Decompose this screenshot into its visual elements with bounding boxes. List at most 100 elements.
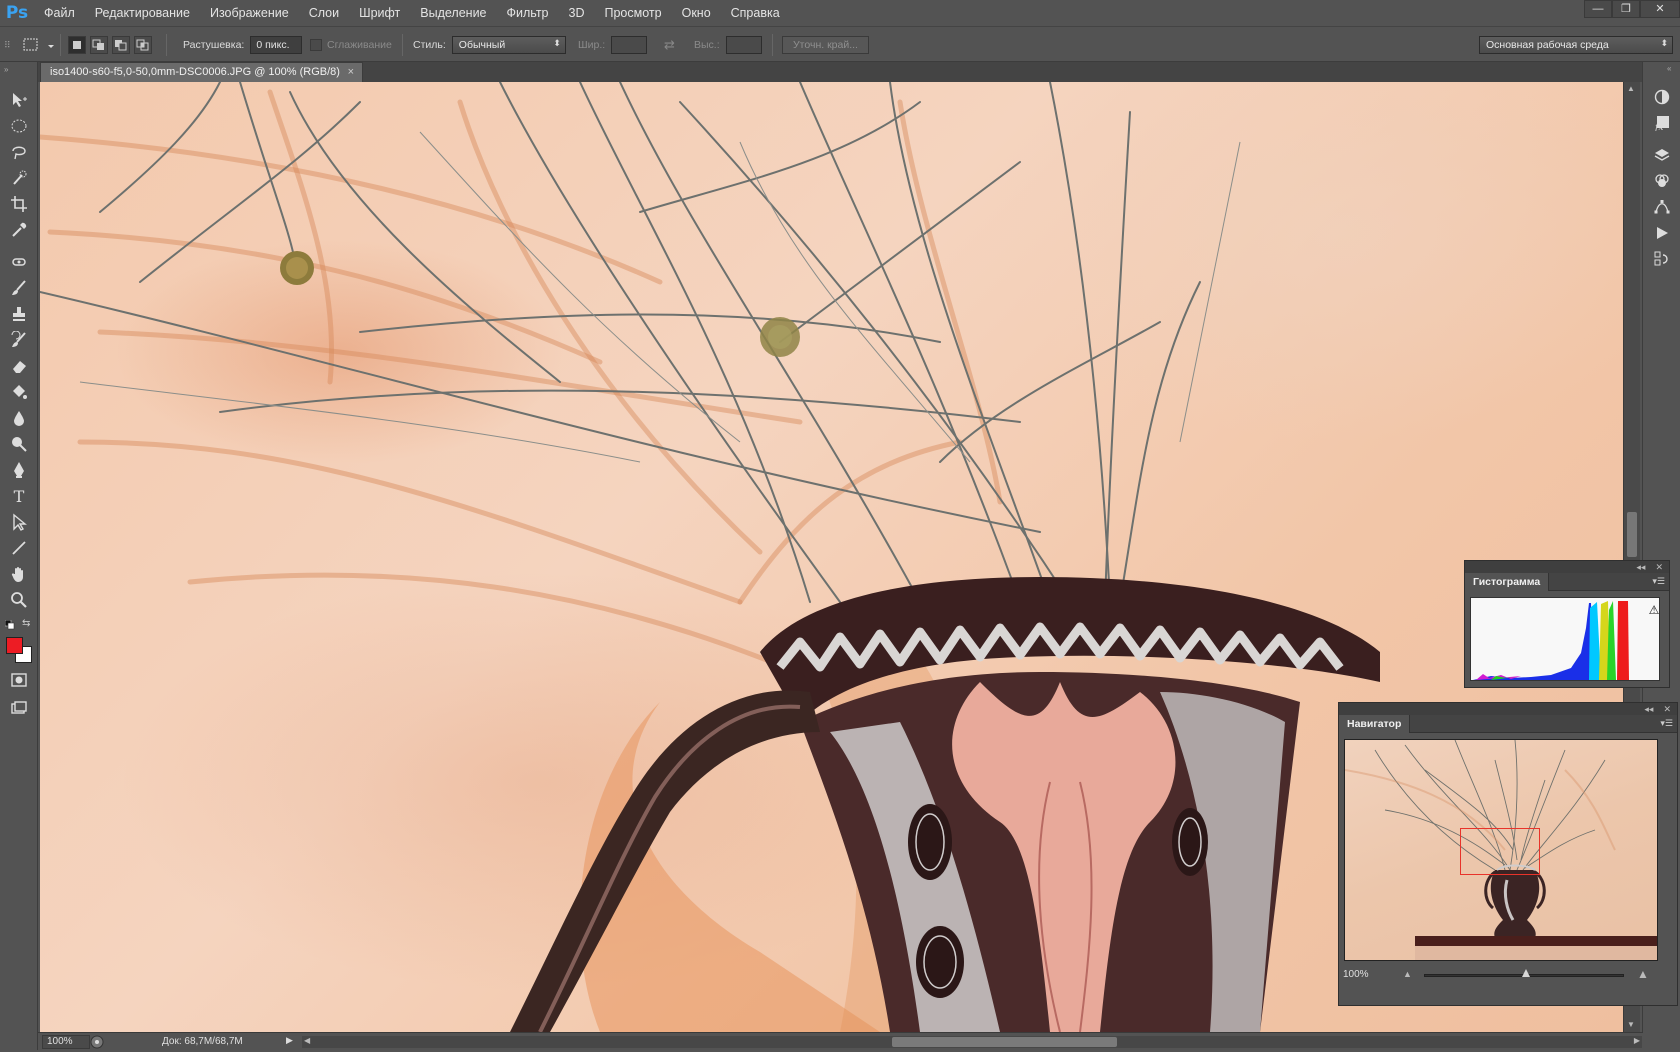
eyedropper-icon[interactable] bbox=[8, 220, 30, 240]
window-controls: — ❐ ✕ bbox=[1584, 0, 1680, 18]
marquee-ellipse-icon[interactable] bbox=[8, 116, 30, 136]
history-icon[interactable] bbox=[1653, 250, 1671, 268]
menu-3d[interactable]: 3D bbox=[559, 0, 595, 26]
scroll-right-icon[interactable]: ▶ bbox=[1634, 1036, 1640, 1045]
paint-bucket-icon[interactable] bbox=[8, 382, 30, 402]
navigator-view-box[interactable] bbox=[1460, 828, 1540, 875]
panel-menu-icon[interactable]: ▾☰ bbox=[1652, 576, 1665, 587]
actions-icon[interactable] bbox=[1653, 224, 1671, 242]
menu-help[interactable]: Справка bbox=[721, 0, 790, 26]
navigator-zoom-knob[interactable] bbox=[1522, 969, 1530, 977]
close-document-icon[interactable]: × bbox=[348, 63, 354, 82]
dodge-icon[interactable] bbox=[8, 434, 30, 454]
layers-icon[interactable] bbox=[1653, 146, 1671, 164]
tool-preset-picker[interactable] bbox=[20, 27, 56, 63]
type-icon[interactable]: T bbox=[8, 486, 30, 506]
navigator-preview[interactable] bbox=[1344, 739, 1658, 961]
menu-file[interactable]: Файл bbox=[34, 0, 85, 26]
blur-icon[interactable] bbox=[8, 408, 30, 428]
navigator-tab[interactable]: Навигатор bbox=[1339, 715, 1411, 733]
document-tab[interactable]: iso1400-s60-f5,0-50,0mm-DSC0006.JPG @ 10… bbox=[40, 62, 363, 82]
status-info-icon[interactable] bbox=[90, 1035, 104, 1052]
add-selection-icon bbox=[92, 39, 104, 50]
feather-input[interactable]: 0 пикс. bbox=[250, 36, 303, 54]
menu-window[interactable]: Окно bbox=[672, 0, 721, 26]
menu-view[interactable]: Просмотр bbox=[595, 0, 672, 26]
scroll-left-icon[interactable]: ◀ bbox=[304, 1036, 310, 1045]
eraser-icon[interactable] bbox=[8, 356, 30, 376]
pen-icon[interactable] bbox=[8, 460, 30, 480]
menu-image[interactable]: Изображение bbox=[200, 0, 299, 26]
status-bar: 100% Док: 68,7M/68,7M ▶ ◀ ▶ bbox=[38, 1032, 1643, 1050]
screen-mode-icon[interactable] bbox=[8, 698, 30, 718]
crop-icon[interactable] bbox=[8, 194, 30, 214]
paths-icon[interactable] bbox=[1653, 198, 1671, 216]
menu-filter[interactable]: Фильтр bbox=[497, 0, 559, 26]
document-tab-title: iso1400-s60-f5,0-50,0mm-DSC0006.JPG @ 10… bbox=[50, 66, 340, 78]
marquee-rect-icon bbox=[23, 38, 54, 51]
zoom-icon[interactable] bbox=[8, 590, 30, 610]
new-selection-button[interactable] bbox=[68, 36, 86, 54]
options-grip: ⠿ bbox=[4, 39, 11, 50]
close-panel-icon[interactable]: ✕ bbox=[1655, 562, 1663, 573]
quick-mask-icon[interactable] bbox=[8, 670, 30, 690]
panel-menu-icon[interactable]: ▾☰ bbox=[1660, 718, 1673, 729]
swap-dimensions-icon[interactable]: ⇄ bbox=[664, 37, 675, 53]
adjustments-icon[interactable] bbox=[1653, 88, 1671, 106]
intersect-selection-icon bbox=[136, 39, 149, 51]
status-zoom-field[interactable]: 100% bbox=[42, 1034, 90, 1049]
foreground-color-swatch[interactable] bbox=[6, 637, 23, 654]
vertical-scroll-thumb[interactable] bbox=[1627, 512, 1637, 557]
minimize-button[interactable]: — bbox=[1584, 0, 1612, 18]
quick-select-icon[interactable] bbox=[8, 168, 30, 188]
zoom-in-icon[interactable]: ▲ bbox=[1637, 967, 1649, 981]
scroll-down-icon[interactable]: ▼ bbox=[1627, 1020, 1635, 1029]
histogram-tab[interactable]: Гистограмма bbox=[1465, 573, 1550, 591]
menu-layers[interactable]: Слои bbox=[299, 0, 349, 26]
menu-type[interactable]: Шрифт bbox=[349, 0, 410, 26]
zoom-out-icon[interactable]: ▲ bbox=[1403, 969, 1412, 979]
feather-label: Растушевка: bbox=[183, 39, 245, 51]
close-panel-icon[interactable]: ✕ bbox=[1663, 704, 1671, 715]
style-select-value: Обычный bbox=[458, 39, 506, 51]
antialias-checkbox[interactable] bbox=[310, 39, 322, 51]
path-select-icon[interactable] bbox=[8, 512, 30, 532]
intersect-selection-button[interactable] bbox=[134, 36, 152, 54]
updown-arrows-icon: ⬍ bbox=[553, 38, 561, 48]
status-menu-arrow-icon[interactable]: ▶ bbox=[286, 1035, 293, 1046]
add-selection-button[interactable] bbox=[90, 36, 108, 54]
menu-select[interactable]: Выделение bbox=[410, 0, 496, 26]
height-input[interactable] bbox=[725, 36, 762, 54]
style-select[interactable]: Обычный ⬍ bbox=[451, 36, 566, 54]
scroll-up-icon[interactable]: ▲ bbox=[1627, 84, 1635, 93]
menu-edit[interactable]: Редактирование bbox=[85, 0, 200, 26]
workspace-select[interactable]: Основная рабочая среда ⬍ bbox=[1479, 36, 1673, 54]
lasso-icon[interactable] bbox=[8, 142, 30, 162]
default-colors-icon[interactable] bbox=[4, 619, 15, 633]
horizontal-scroll-thumb[interactable] bbox=[892, 1037, 1117, 1047]
width-input[interactable] bbox=[611, 36, 648, 54]
restore-button[interactable]: ❐ bbox=[1612, 0, 1640, 18]
line-icon[interactable] bbox=[8, 538, 30, 558]
cache-warning-icon[interactable]: ⚠ bbox=[1647, 603, 1661, 617]
expand-panels-icon[interactable]: « bbox=[1667, 64, 1671, 73]
brush-icon[interactable] bbox=[8, 278, 30, 298]
history-brush-icon[interactable] bbox=[8, 330, 30, 350]
horizontal-scrollbar[interactable]: ◀ ▶ bbox=[302, 1036, 1642, 1048]
collapse-icon[interactable]: ◂◂ bbox=[1636, 562, 1645, 573]
antialias-label: Сглаживание bbox=[327, 39, 392, 51]
styles-icon[interactable]: fx bbox=[1653, 114, 1671, 132]
clone-stamp-icon[interactable] bbox=[8, 304, 30, 324]
subtract-selection-button[interactable] bbox=[112, 36, 130, 54]
collapse-panel-icon[interactable]: » bbox=[4, 65, 8, 74]
spot-healing-icon[interactable] bbox=[8, 252, 30, 272]
swap-colors-icon[interactable]: ⇆ bbox=[22, 618, 30, 629]
channels-icon[interactable] bbox=[1653, 172, 1671, 190]
options-bar: ⠿ Растушевка: 0 пикс. Сглаживание Стиль:… bbox=[0, 26, 1680, 62]
refine-edge-button[interactable]: Уточн. край... bbox=[782, 36, 869, 54]
move-icon[interactable] bbox=[8, 90, 30, 110]
hand-icon[interactable] bbox=[8, 564, 30, 584]
close-window-button[interactable]: ✕ bbox=[1640, 0, 1680, 18]
collapse-icon[interactable]: ◂◂ bbox=[1644, 704, 1653, 715]
navigator-zoom-field[interactable]: 100% bbox=[1343, 968, 1393, 982]
